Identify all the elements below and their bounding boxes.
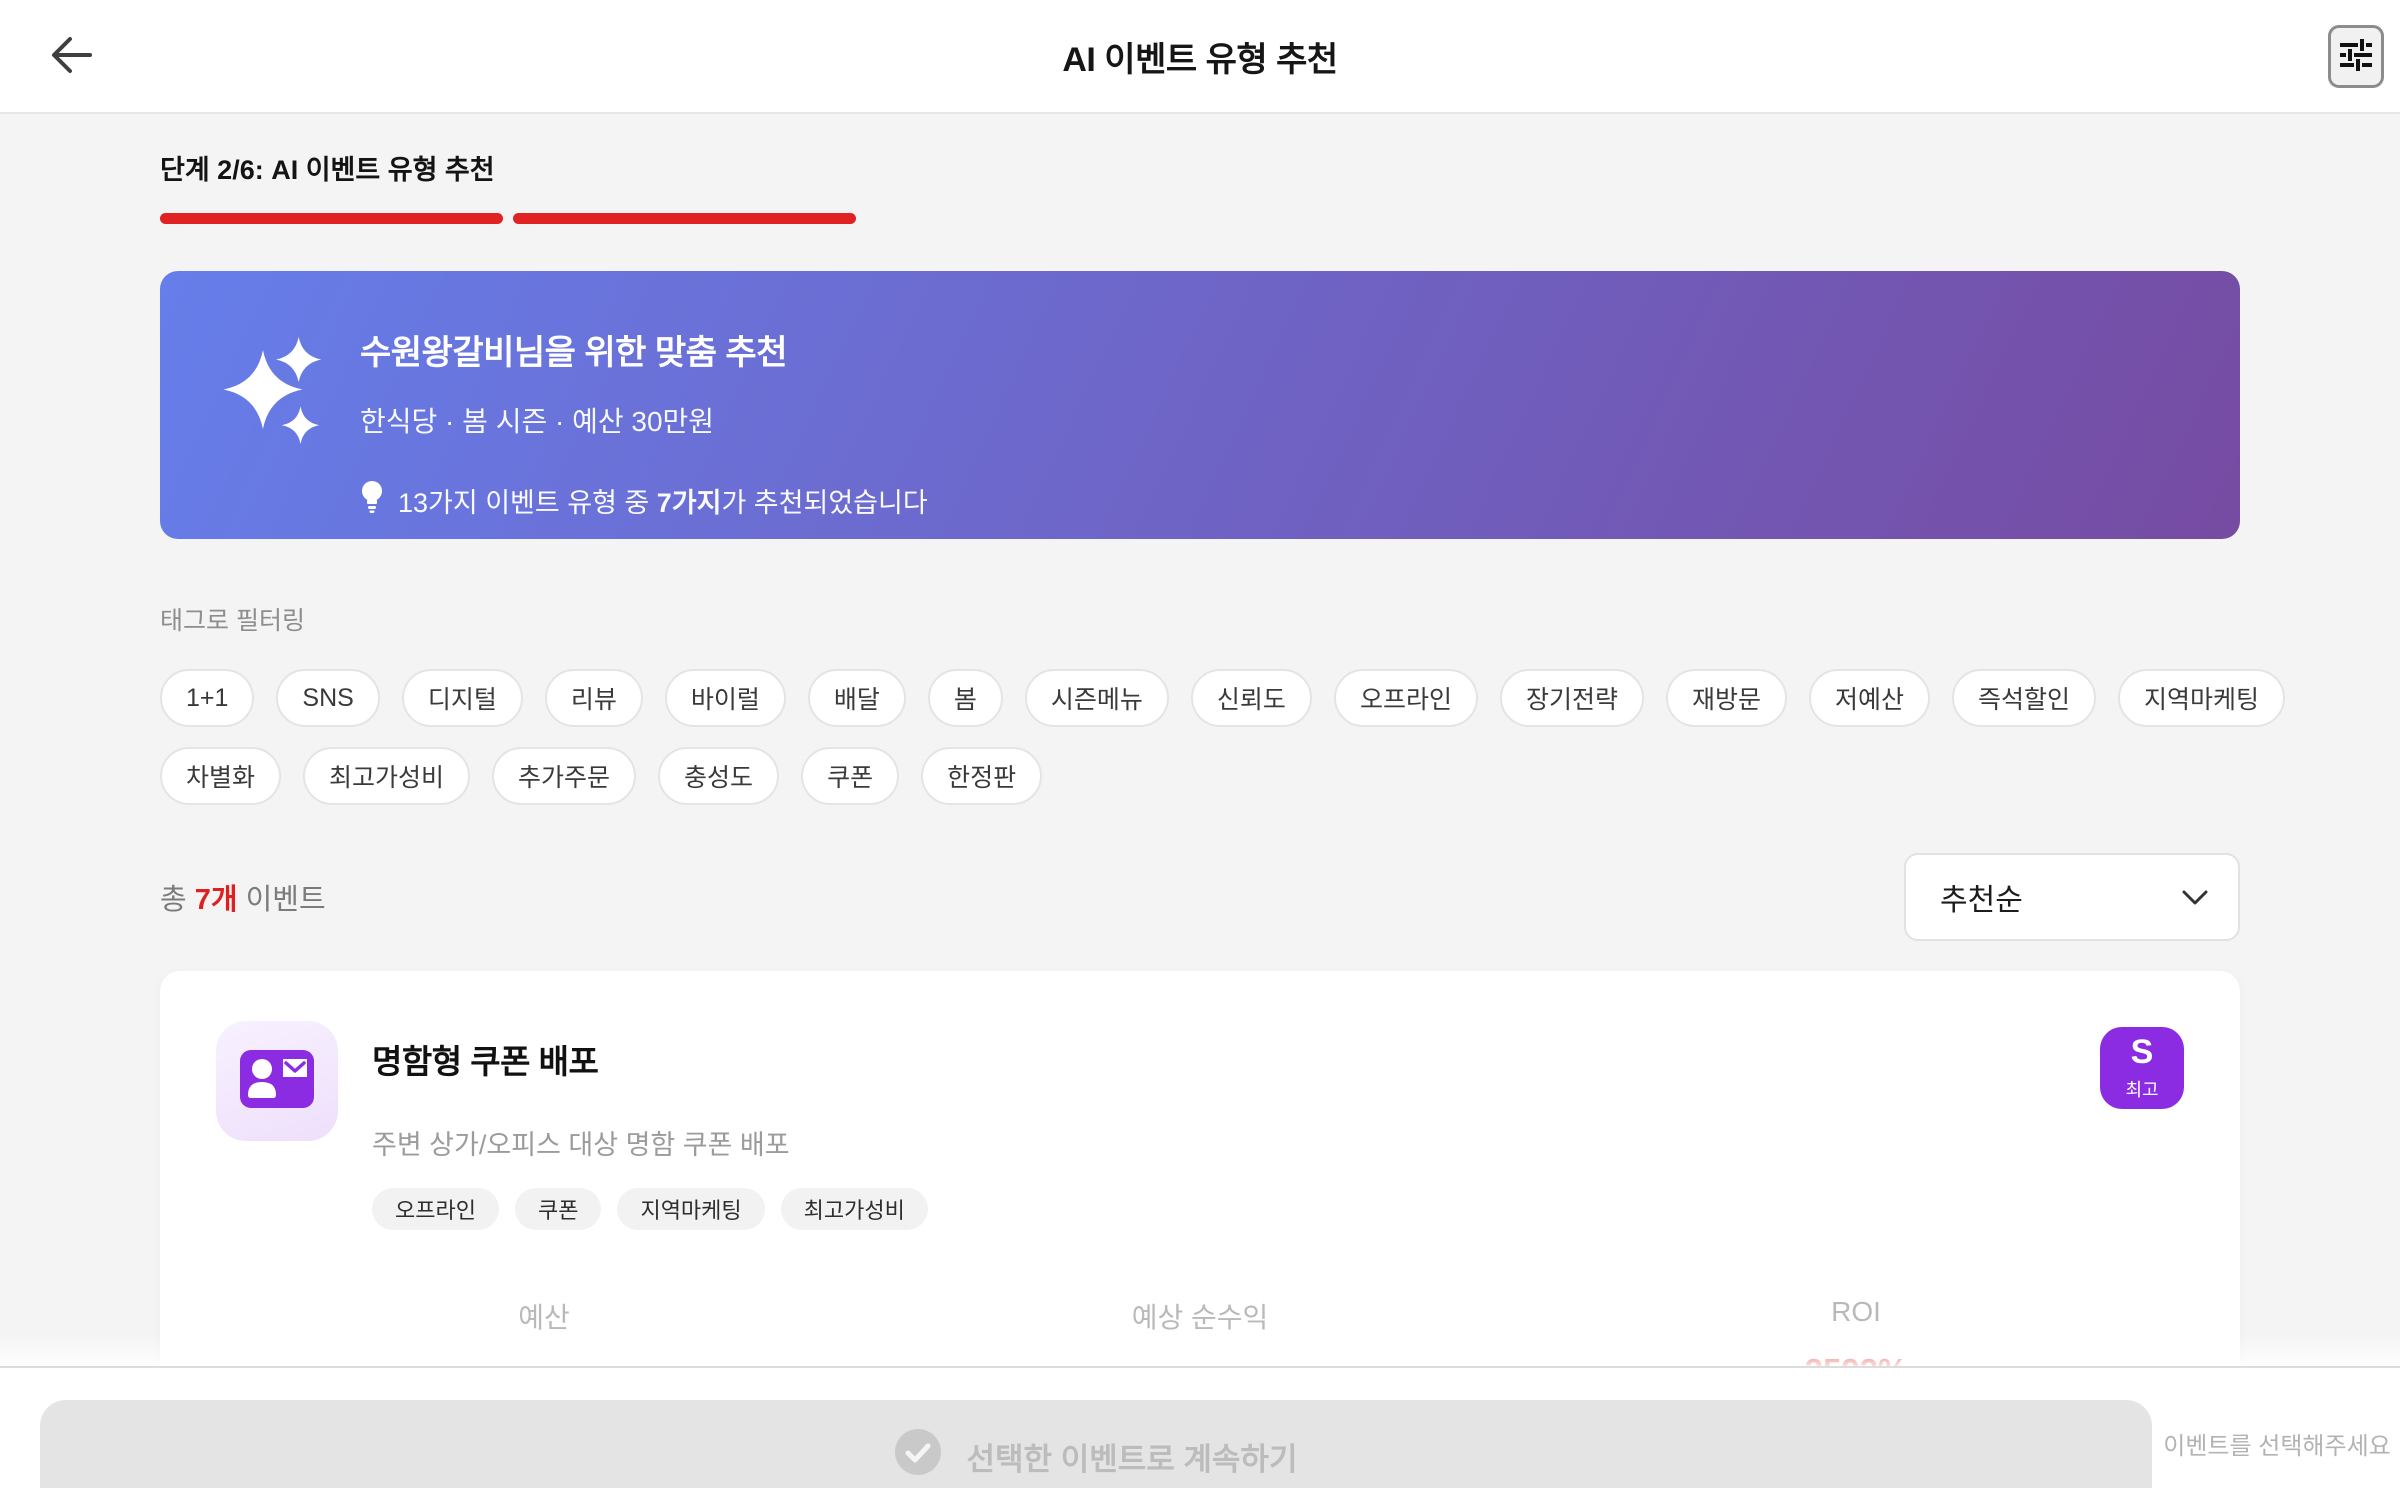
stat-label: ROI <box>1831 1296 1881 1327</box>
ai-event-recommendation-page: AI 이벤트 유형 추천 단계 2/6: AI 이벤트 유형 추천 수원왕갈비님… <box>0 0 2400 1488</box>
page-title: AI 이벤트 유형 추천 <box>1062 40 1338 79</box>
filter-chip[interactable]: 신뢰도 <box>1190 669 1312 727</box>
event-tag: 최고가성비 <box>780 1188 928 1230</box>
event-card-main: 명함형 쿠폰 배포 주변 상가/오피스 대상 명함 쿠폰 배포 오프라인 쿠폰 지역… <box>372 1021 2066 1230</box>
event-card-header: 명함형 쿠폰 배포 주변 상가/오피스 대상 명함 쿠폰 배포 오프라인 쿠폰 지역… <box>216 1021 2184 1230</box>
grade-badge: S 최고 <box>2100 1027 2184 1109</box>
filter-chip[interactable]: 추가주문 <box>492 747 637 805</box>
filter-chip[interactable]: 디지털 <box>401 669 523 727</box>
progress-bar <box>160 213 856 224</box>
chevron-down-icon <box>2182 880 2208 914</box>
filter-chip[interactable]: 리뷰 <box>544 669 643 727</box>
filter-chip[interactable]: 즉석할인 <box>1952 669 2097 727</box>
filter-chip[interactable]: 쿠폰 <box>801 747 900 805</box>
filter-chip[interactable]: 시즌메뉴 <box>1024 669 1169 727</box>
continue-button-label: 선택한 이벤트로 계속하기 <box>966 1441 1298 1477</box>
filter-chip-row-1: 1+1 SNS 디지털 리뷰 바이럴 배달 봄 시즌메뉴 신뢰도 오프라인 장기전략 재방문 저예산 즉석… <box>160 669 2286 727</box>
filter-chip[interactable]: 봄 <box>927 669 1003 727</box>
filter-chip[interactable]: 최고가성비 <box>303 747 471 805</box>
header: AI 이벤트 유형 추천 <box>0 0 2400 114</box>
filter-chip[interactable]: 한정판 <box>921 747 1043 805</box>
filter-chip[interactable]: 충성도 <box>658 747 780 805</box>
filter-chip[interactable]: 장기전략 <box>1499 669 1644 727</box>
event-tag: 오프라인 <box>372 1188 499 1230</box>
lightbulb-icon <box>360 480 384 521</box>
sparkles-icon <box>216 331 324 505</box>
stat-label: 예상 순수익 <box>1131 1302 1269 1333</box>
filter-chip[interactable]: 1+1 <box>160 669 255 727</box>
sort-selected-value: 추천순 <box>1940 884 2023 917</box>
selection-hint-text: 이벤트를 선택해주세요 <box>2163 1433 2391 1460</box>
contact-mail-icon <box>240 1049 314 1113</box>
progress-segment <box>513 213 856 224</box>
event-description: 주변 상가/오피스 대상 명함 쿠폰 배포 <box>372 1130 790 1160</box>
filter-chip-row-2: 차별화 최고가성비 추가주문 충성도 쿠폰 한정판 <box>160 747 2240 805</box>
filter-chip[interactable]: 차별화 <box>160 747 282 805</box>
filter-chip[interactable]: 배달 <box>807 669 906 727</box>
tune-sliders-icon <box>2338 36 2374 77</box>
event-icon-tile <box>216 1021 338 1141</box>
event-count: 총 7개 이벤트 <box>160 884 326 916</box>
filter-chip[interactable]: 지역마케팅 <box>2118 669 2286 727</box>
filter-chip[interactable]: 오프라인 <box>1333 669 1478 727</box>
filter-chip[interactable]: 바이럴 <box>664 669 786 727</box>
filter-section-label: 태그로 필터링 <box>160 607 305 635</box>
filter-chip[interactable]: 저예산 <box>1808 669 1930 727</box>
sort-dropdown[interactable]: 추천순 <box>1904 853 2240 941</box>
filter-settings-button[interactable] <box>2328 25 2384 88</box>
banner-subtitle: 한식당 · 봄 시즌 · 예산 30만원 <box>360 406 715 437</box>
bottom-action-bar: 선택한 이벤트로 계속하기 이벤트를 선택해주세요 <box>0 1366 2400 1488</box>
event-title: 명함형 쿠폰 배포 <box>372 1043 599 1080</box>
results-header: 총 7개 이벤트 추천순 <box>160 853 2240 941</box>
back-arrow-icon <box>48 33 96 80</box>
grade-letter: S <box>2130 1032 2154 1071</box>
check-circle-icon <box>894 1429 941 1483</box>
banner-info-text: 13가지 이벤트 유형 중 7가지가 추천되었습니다 <box>398 488 928 518</box>
banner-body: 수원왕갈비님을 위한 맞춤 추천 한식당 · 봄 시즌 · 예산 30만원 13… <box>360 305 2184 518</box>
banner-title: 수원왕갈비님을 위한 맞춤 추천 <box>360 334 787 372</box>
event-tag: 지역마케팅 <box>617 1188 765 1230</box>
event-tag: 쿠폰 <box>514 1188 602 1230</box>
progress-segment <box>160 213 503 224</box>
filter-chip[interactable]: SNS <box>276 669 380 727</box>
step-indicator: 단계 2/6: AI 이벤트 유형 추천 <box>160 155 495 185</box>
continue-button[interactable]: 선택한 이벤트로 계속하기 <box>40 1400 2152 1488</box>
recommendation-banner: 수원왕갈비님을 위한 맞춤 추천 한식당 · 봄 시즌 · 예산 30만원 13… <box>160 271 2240 539</box>
event-tag-row: 오프라인 쿠폰 지역마케팅 최고가성비 <box>372 1188 2066 1230</box>
event-count-number: 7개 <box>194 884 238 916</box>
banner-info: 13가지 이벤트 유형 중 7가지가 추천되었습니다 <box>360 480 2184 521</box>
main-content: 단계 2/6: AI 이벤트 유형 추천 수원왕갈비님을 위한 맞춤 추천 한식… <box>0 112 2400 1488</box>
filter-chip[interactable]: 재방문 <box>1665 669 1787 727</box>
grade-label: 최고 <box>2125 1079 2159 1100</box>
back-button[interactable] <box>40 26 104 86</box>
stat-label: 예산 <box>518 1302 570 1333</box>
